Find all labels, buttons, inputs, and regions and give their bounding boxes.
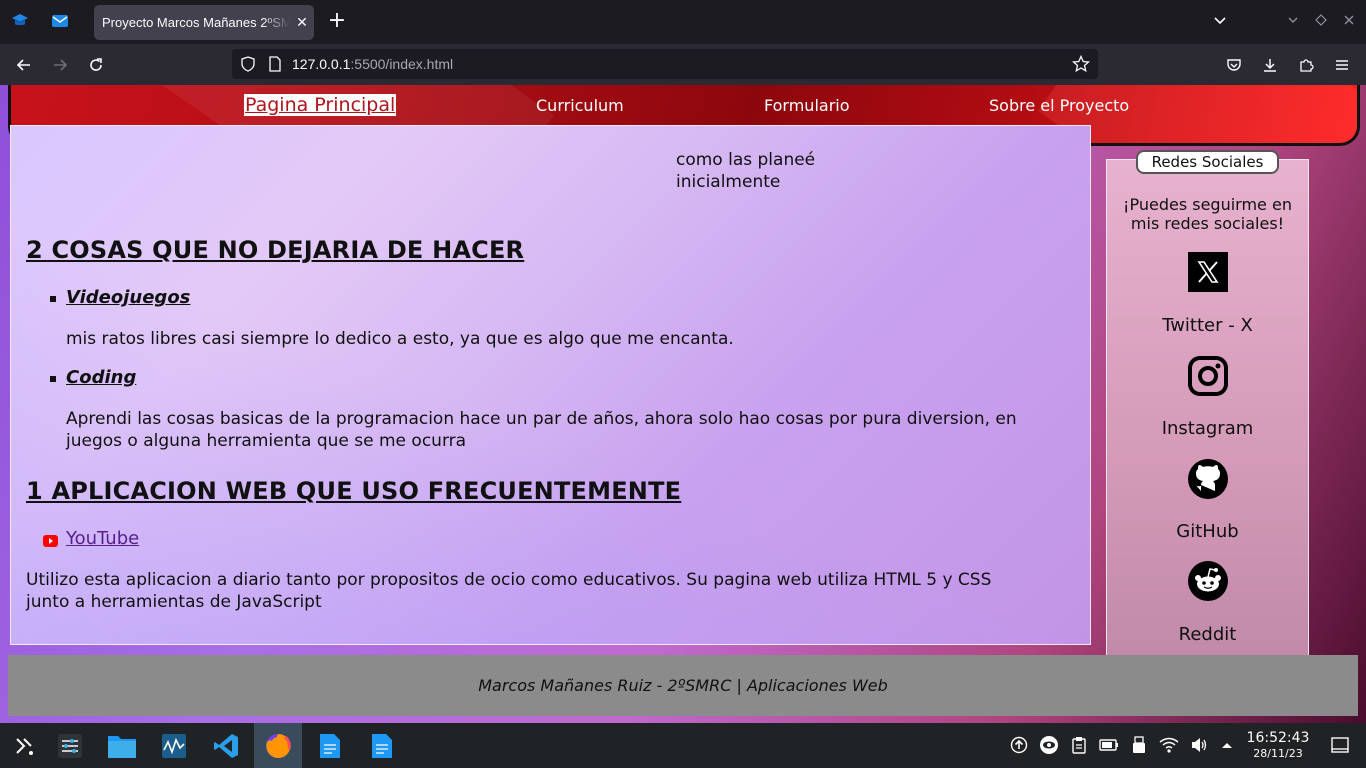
item-title-videojuegos: Videojuegos bbox=[66, 287, 191, 308]
nav-curriculum[interactable]: Curriculum bbox=[536, 96, 624, 115]
social-label-github[interactable]: GitHub bbox=[1106, 521, 1309, 542]
item-text-videojuegos: mis ratos libres casi siempre lo dedico … bbox=[66, 329, 734, 349]
reddit-icon[interactable] bbox=[1187, 560, 1229, 602]
extensions-icon[interactable] bbox=[1294, 53, 1318, 77]
pinned-tab-education-icon[interactable] bbox=[10, 11, 30, 31]
taskbar: 16:52:43 28/11/23 bbox=[0, 723, 1366, 768]
reload-icon[interactable] bbox=[84, 53, 108, 77]
tray-expand-icon[interactable] bbox=[1217, 735, 1237, 755]
section-heading-aplicacion: 1 APLICACION WEB QUE USO FRECUENTEMENTE bbox=[26, 477, 682, 505]
eye-icon[interactable] bbox=[1039, 735, 1059, 755]
updates-icon[interactable] bbox=[1009, 735, 1029, 755]
bullet bbox=[50, 296, 56, 302]
clock-time: 16:52:43 bbox=[1246, 730, 1310, 746]
social-legend: Redes Sociales bbox=[1136, 150, 1279, 174]
item-title-coding: Coding bbox=[66, 367, 137, 388]
forward-arrow-icon[interactable] bbox=[48, 53, 72, 77]
system-settings-icon[interactable] bbox=[46, 723, 94, 768]
pocket-icon[interactable] bbox=[1222, 53, 1246, 77]
youtube-link[interactable]: YouTube bbox=[66, 528, 139, 549]
bullet bbox=[50, 376, 56, 382]
text-document-icon[interactable] bbox=[306, 723, 354, 768]
new-tab-button[interactable]: + bbox=[326, 10, 348, 33]
close-window-icon[interactable] bbox=[1342, 13, 1356, 31]
system-monitor-icon[interactable] bbox=[150, 723, 198, 768]
volume-icon[interactable] bbox=[1189, 735, 1209, 755]
vscode-icon[interactable] bbox=[202, 723, 250, 768]
minimize-window-icon[interactable] bbox=[1286, 13, 1300, 31]
main-content: como las planeé inicialmente 2 COSAS QUE… bbox=[10, 125, 1091, 645]
nav-pagina-principal[interactable]: Pagina Principal bbox=[244, 94, 397, 116]
shield-icon[interactable] bbox=[240, 56, 256, 76]
maximize-window-icon[interactable] bbox=[1314, 13, 1328, 31]
address-bar[interactable]: 127.0.0.1:5500/index.html bbox=[232, 49, 1098, 79]
menu-hamburger-icon[interactable] bbox=[1330, 53, 1354, 77]
browser-tab-bar: Proyecto Marcos Mañanes 2ºSMRC ✕ + bbox=[0, 0, 1366, 44]
url-text: 127.0.0.1:5500/index.html bbox=[292, 56, 454, 72]
show-desktop-icon[interactable] bbox=[1330, 735, 1350, 755]
clock-date: 28/11/23 bbox=[1253, 747, 1303, 760]
social-intro: ¡Puedes seguirme en mis redes sociales! bbox=[1123, 195, 1292, 233]
clipboard-icon[interactable] bbox=[1069, 735, 1089, 755]
file-manager-icon[interactable] bbox=[98, 723, 146, 768]
x-icon[interactable] bbox=[1188, 252, 1228, 292]
close-tab-icon[interactable]: ✕ bbox=[290, 14, 314, 31]
list-all-tabs-icon[interactable] bbox=[1212, 12, 1228, 32]
instagram-icon[interactable] bbox=[1187, 355, 1229, 397]
back-arrow-icon[interactable] bbox=[12, 53, 36, 77]
nav-sobre-el-proyecto[interactable]: Sobre el Proyecto bbox=[989, 96, 1129, 115]
pinned-tab-mail-icon[interactable] bbox=[50, 11, 70, 31]
page-info-icon[interactable] bbox=[268, 56, 282, 76]
active-tab[interactable]: Proyecto Marcos Mañanes 2ºSMRC ✕ bbox=[94, 5, 314, 40]
site-footer: Marcos Mañanes Ruiz - 2ºSMRC | Aplicacio… bbox=[8, 655, 1358, 716]
browser-navigation-bar: 127.0.0.1:5500/index.html bbox=[0, 44, 1366, 85]
tab-title: Proyecto Marcos Mañanes 2ºSMRC bbox=[102, 15, 290, 30]
firefox-icon[interactable] bbox=[254, 723, 302, 768]
downloads-icon[interactable] bbox=[1258, 53, 1282, 77]
bookmark-star-icon[interactable] bbox=[1071, 54, 1091, 77]
nav-formulario[interactable]: Formulario bbox=[764, 96, 850, 115]
social-label-instagram[interactable]: Instagram bbox=[1106, 418, 1309, 439]
text-document-icon[interactable] bbox=[358, 723, 406, 768]
youtube-icon bbox=[43, 532, 58, 551]
github-icon[interactable] bbox=[1187, 458, 1229, 500]
battery-icon[interactable] bbox=[1099, 735, 1119, 755]
wifi-icon[interactable] bbox=[1159, 735, 1179, 755]
item-text-coding: Aprendi las cosas basicas de la programa… bbox=[66, 409, 1017, 451]
partial-text-fragment: como las planeé inicialmente bbox=[676, 150, 816, 192]
social-label-reddit[interactable]: Reddit bbox=[1106, 624, 1309, 645]
app-launcher-icon[interactable] bbox=[0, 723, 48, 768]
content-background bbox=[11, 126, 1090, 644]
clock[interactable]: 16:52:43 28/11/23 bbox=[1243, 730, 1313, 760]
section-heading-cosas: 2 COSAS QUE NO DEJARIA DE HACER bbox=[26, 236, 525, 264]
usb-device-icon[interactable] bbox=[1129, 735, 1149, 755]
youtube-description: Utilizo esta aplicacion a diario tanto p… bbox=[26, 570, 992, 612]
page-viewport: Pagina Principal Curriculum Formulario S… bbox=[0, 85, 1366, 723]
social-label-twitter[interactable]: Twitter - X bbox=[1106, 315, 1309, 336]
